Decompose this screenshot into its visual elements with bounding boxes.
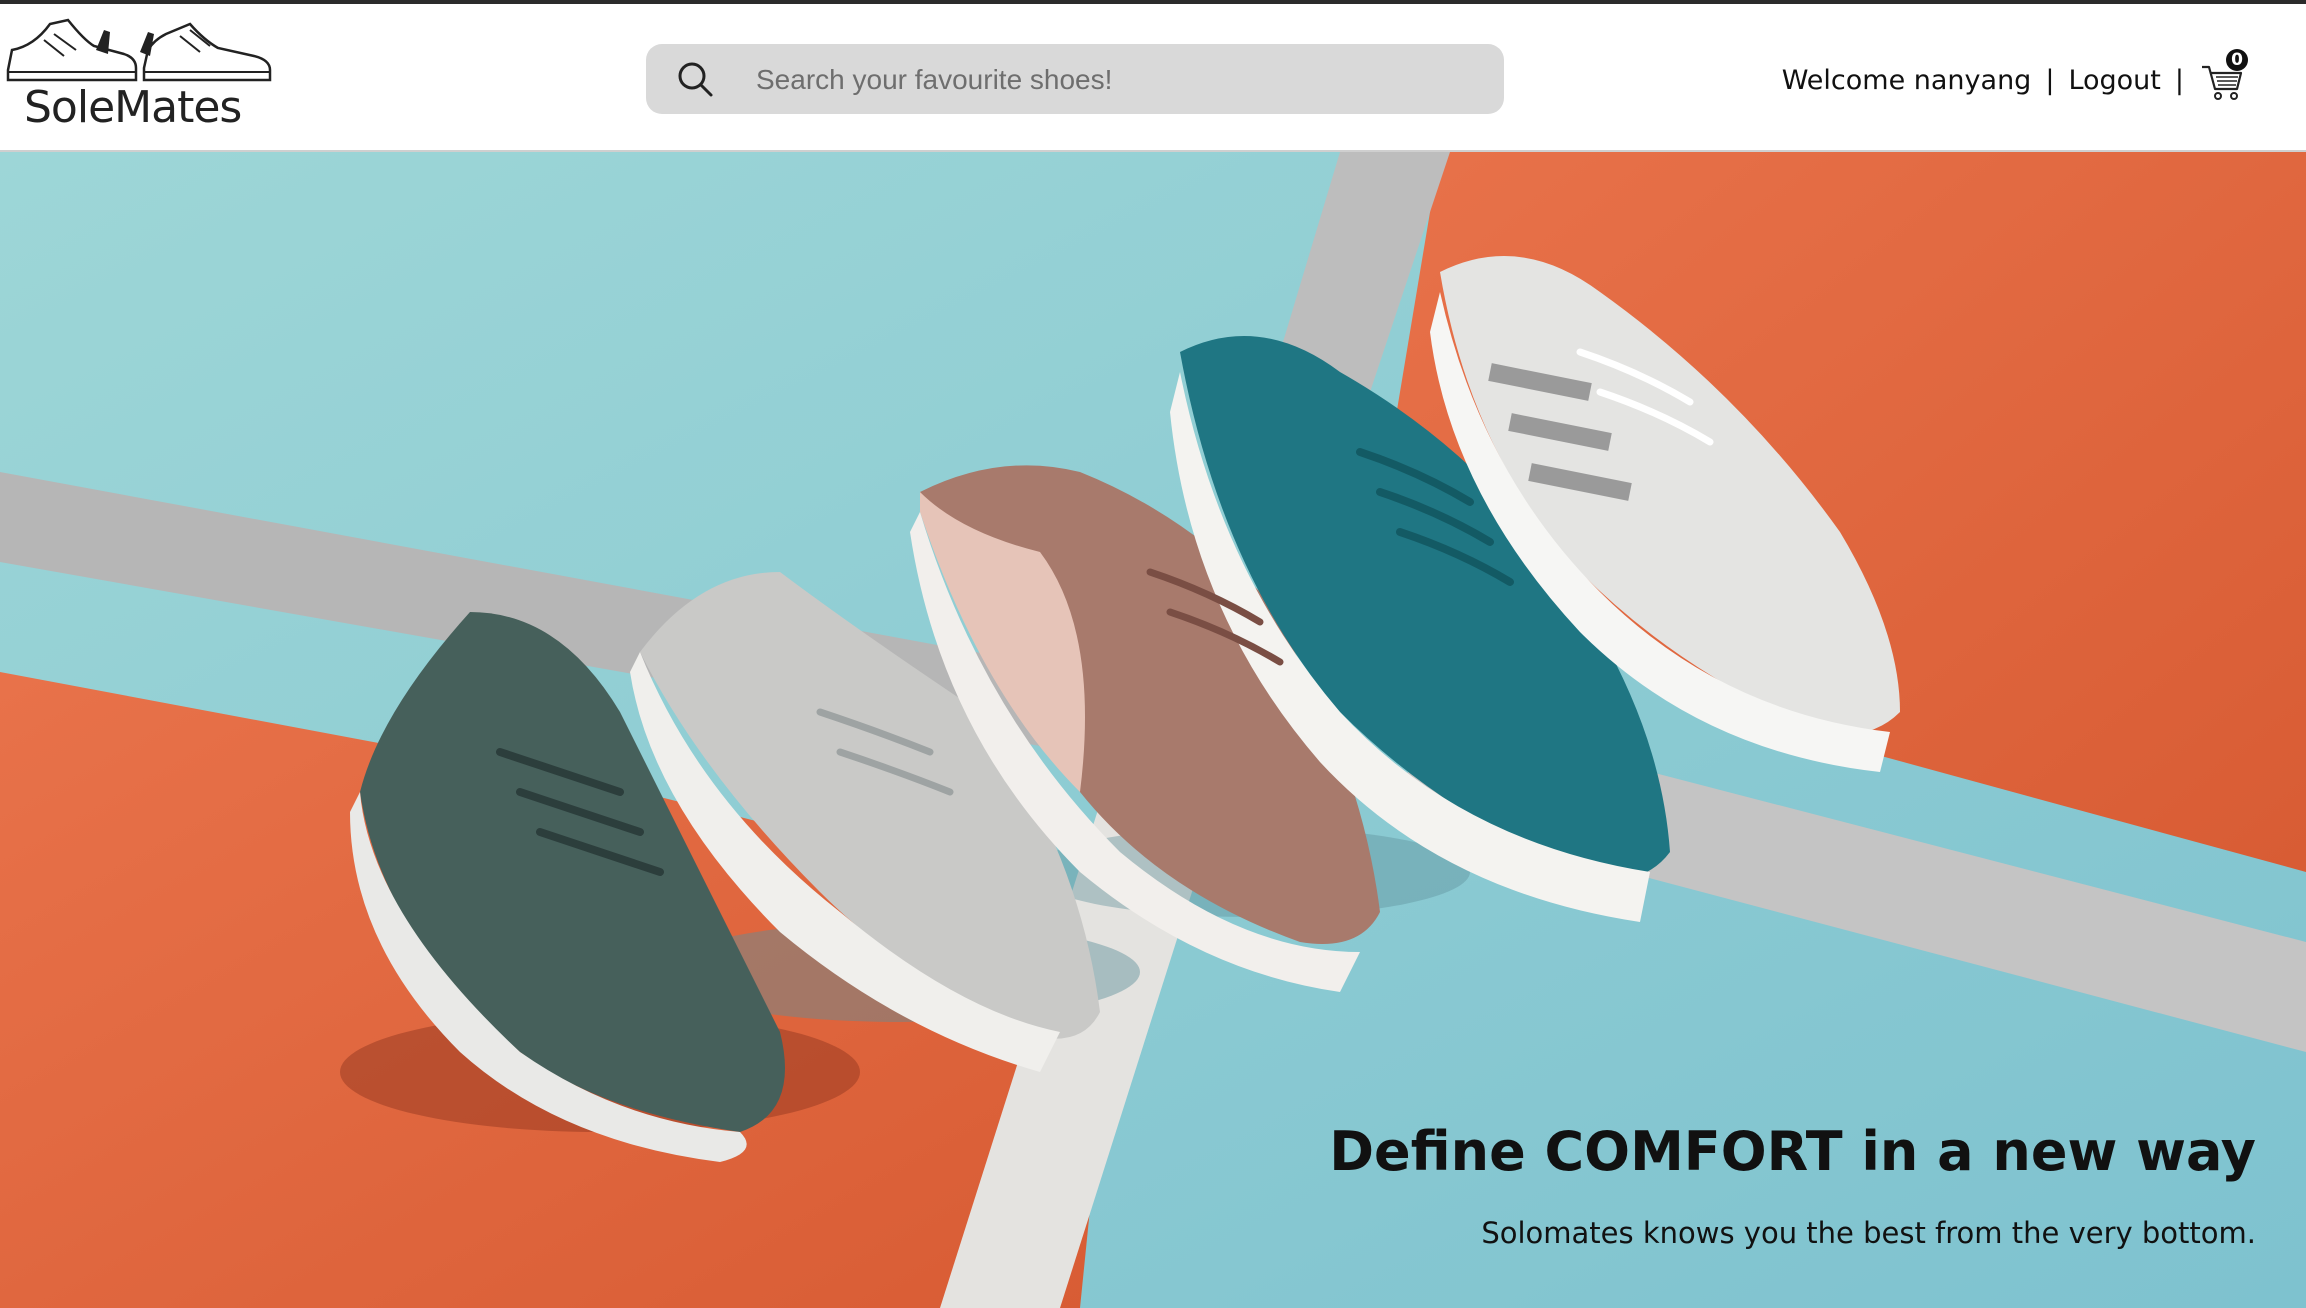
logout-link[interactable]: Logout: [2068, 65, 2160, 96]
search-bar: [646, 44, 1504, 116]
separator: |: [2045, 64, 2055, 96]
user-area: Welcome nanyang | Logout | 0: [1781, 49, 2248, 103]
hero-banner: Define COMFORT in a new way Solomates kn…: [0, 152, 2306, 1308]
sneakers-logo-icon: [6, 18, 272, 82]
logo[interactable]: SoleMates: [4, 10, 274, 140]
welcome-text: Welcome nanyang: [1781, 64, 2032, 96]
cart-button[interactable]: 0: [2200, 49, 2248, 103]
brand-name: SoleMates: [24, 82, 242, 133]
cart-count-badge: 0: [2226, 49, 2248, 71]
search-icon[interactable]: [676, 60, 714, 98]
search-input[interactable]: [754, 44, 1478, 116]
hero-headline: Define COMFORT in a new way: [1329, 1120, 2256, 1183]
hero-subline: Solomates knows you the best from the ve…: [1481, 1216, 2256, 1250]
site-header: SoleMates Welcome nanyang | Logout | 0: [0, 4, 2306, 152]
separator: |: [2174, 64, 2184, 96]
